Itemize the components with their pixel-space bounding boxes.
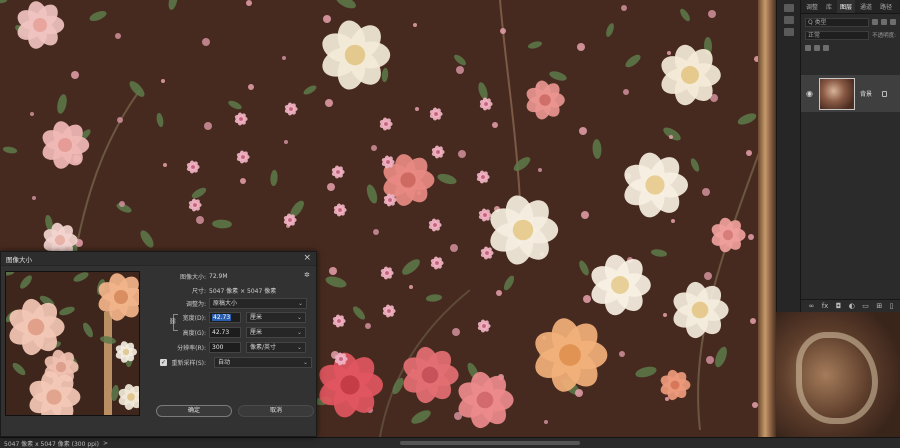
fx-icon[interactable]: fx [822, 302, 829, 310]
height-value: 42.73 [212, 328, 230, 336]
horizontal-scrollbar[interactable] [400, 441, 580, 445]
width-unit: 厘米 [250, 313, 263, 321]
fit-to-label: 调整为: [185, 300, 206, 308]
delete-layer-icon[interactable]: ▯ [890, 302, 894, 310]
document-info: 5047 像素 x 5047 像素 (300 ppi) [4, 440, 99, 448]
height-unit-select[interactable]: 厘米 ⌄ [246, 326, 306, 338]
panel-dock-icon[interactable] [783, 16, 794, 24]
lock-position-icon[interactable] [814, 45, 820, 51]
cancel-button[interactable]: 取消 [238, 405, 314, 417]
status-bar: 5047 像素 x 5047 像素 (300 ppi) > [0, 437, 900, 448]
dimensions-row: 尺寸: 5047 像素 × 5047 像素 [141, 284, 276, 296]
layer-thumbnail [819, 77, 855, 110]
height-label: 高度(G): [182, 329, 206, 337]
image-size-label: 图像大小: [179, 273, 206, 281]
chevron-down-icon: ⌄ [296, 343, 302, 351]
layer-kind-filter[interactable]: Q 类型 [805, 17, 869, 27]
lock-pixels-icon[interactable] [805, 45, 811, 51]
resample-value: 自动 [218, 358, 231, 366]
tab-channels[interactable]: 通道 [857, 0, 875, 13]
resample-select[interactable]: 自动 ⌄ [214, 356, 312, 368]
lock-icon[interactable] [882, 90, 888, 97]
canvas-offscreen-area [776, 312, 900, 438]
fit-to-row: 调整为: 原稿大小 ⌄ [141, 297, 307, 309]
image-preview[interactable] [5, 271, 140, 416]
panel-dock-icon[interactable] [783, 4, 794, 12]
tab-paths[interactable]: 路径 [877, 0, 895, 13]
width-value: 42.73 [212, 313, 232, 321]
chevron-down-icon: ⌄ [302, 358, 308, 366]
collapsed-panels-strip [776, 0, 800, 312]
height-input[interactable]: 42.73 [209, 326, 241, 338]
resample-label: 重新采样(S): [171, 359, 206, 367]
resolution-value: 300 [212, 343, 224, 351]
layer-filter-area: Q 类型 正常 不透明度: [801, 14, 900, 59]
visibility-eye-icon[interactable]: ◉ [806, 89, 815, 98]
image-size-value: 72.9M [209, 272, 228, 280]
close-icon[interactable]: × [303, 254, 311, 263]
filter-pixel-icon[interactable] [872, 19, 878, 25]
new-group-icon[interactable]: ▭ [862, 302, 869, 310]
resolution-unit-select[interactable]: 像素/英寸 ⌄ [246, 341, 306, 353]
dimensions-value: 5047 像素 × 5047 像素 [209, 287, 277, 295]
artwork-frame-edge [758, 0, 776, 437]
filter-type-icon[interactable] [890, 19, 896, 25]
chevron-down-icon: ⌄ [297, 299, 303, 307]
resolution-input[interactable]: 300 [209, 341, 241, 353]
resolution-unit: 像素/英寸 [250, 343, 277, 351]
dimensions-label: 尺寸: [191, 287, 206, 295]
layer-row[interactable]: ◉ 背景 [801, 75, 900, 112]
ok-button[interactable]: 确定 [156, 405, 232, 417]
dialog-title: 图像大小 [6, 255, 32, 264]
chevron-down-icon: ⌄ [296, 313, 302, 321]
resolution-row: 分辨率(R): 300 像素/英寸 ⌄ [141, 341, 306, 353]
status-menu-chevron-icon[interactable]: > [103, 440, 108, 447]
filter-adjust-icon[interactable] [881, 19, 887, 25]
width-row: 宽度(D): 42.73 厘米 ⌄ [141, 311, 306, 323]
resample-row: 重新采样(S): 自动 ⌄ [161, 356, 312, 368]
image-size-row: 图像大小: 72.9M [141, 270, 228, 282]
tab-layers[interactable]: 图层 [837, 0, 856, 13]
layers-panel: 调整 库 图层 通道 路径 Q 类型 正常 不透明度: ◉ 背景 ∞ fx ◘ … [800, 0, 900, 312]
chevron-down-icon: ⌄ [296, 328, 302, 336]
tab-libraries[interactable]: 库 [823, 0, 835, 13]
fit-to-value: 原稿大小 [213, 299, 238, 307]
layers-panel-footer: ∞ fx ◘ ◐ ▭ ⊞ ▯ [801, 299, 900, 312]
width-unit-select[interactable]: 厘米 ⌄ [246, 311, 306, 323]
width-label: 宽度(D): [182, 314, 206, 322]
blend-mode-select[interactable]: 正常 [805, 30, 870, 40]
height-row: 高度(G): 42.73 厘米 ⌄ [141, 326, 306, 338]
dialog-titlebar[interactable]: 图像大小 × [1, 252, 316, 266]
panel-dock-icon[interactable] [783, 28, 794, 36]
tab-adjustments[interactable]: 调整 [803, 0, 821, 13]
fit-to-select[interactable]: 原稿大小 ⌄ [209, 297, 307, 309]
image-size-dialog: 图像大小 × ✲ 图像大小: 72.9M 尺寸: 5047 像素 × 5047 … [0, 251, 317, 437]
panel-tab-bar: 调整 库 图层 通道 路径 [801, 0, 900, 14]
adjustment-layer-icon[interactable]: ◐ [849, 302, 855, 310]
new-layer-icon[interactable]: ⊞ [876, 302, 882, 310]
lock-all-icon[interactable] [823, 45, 829, 51]
resolution-label: 分辨率(R): [177, 344, 206, 352]
height-unit: 厘米 [250, 328, 263, 336]
width-input[interactable]: 42.73 [209, 311, 241, 323]
add-mask-icon[interactable]: ◘ [836, 302, 842, 310]
link-layers-icon[interactable]: ∞ [808, 302, 814, 310]
layer-name[interactable]: 背景 [860, 89, 872, 98]
preview-artwork [6, 272, 139, 415]
gear-icon[interactable]: ✲ [304, 271, 310, 279]
opacity-label: 不透明度: [872, 33, 896, 39]
